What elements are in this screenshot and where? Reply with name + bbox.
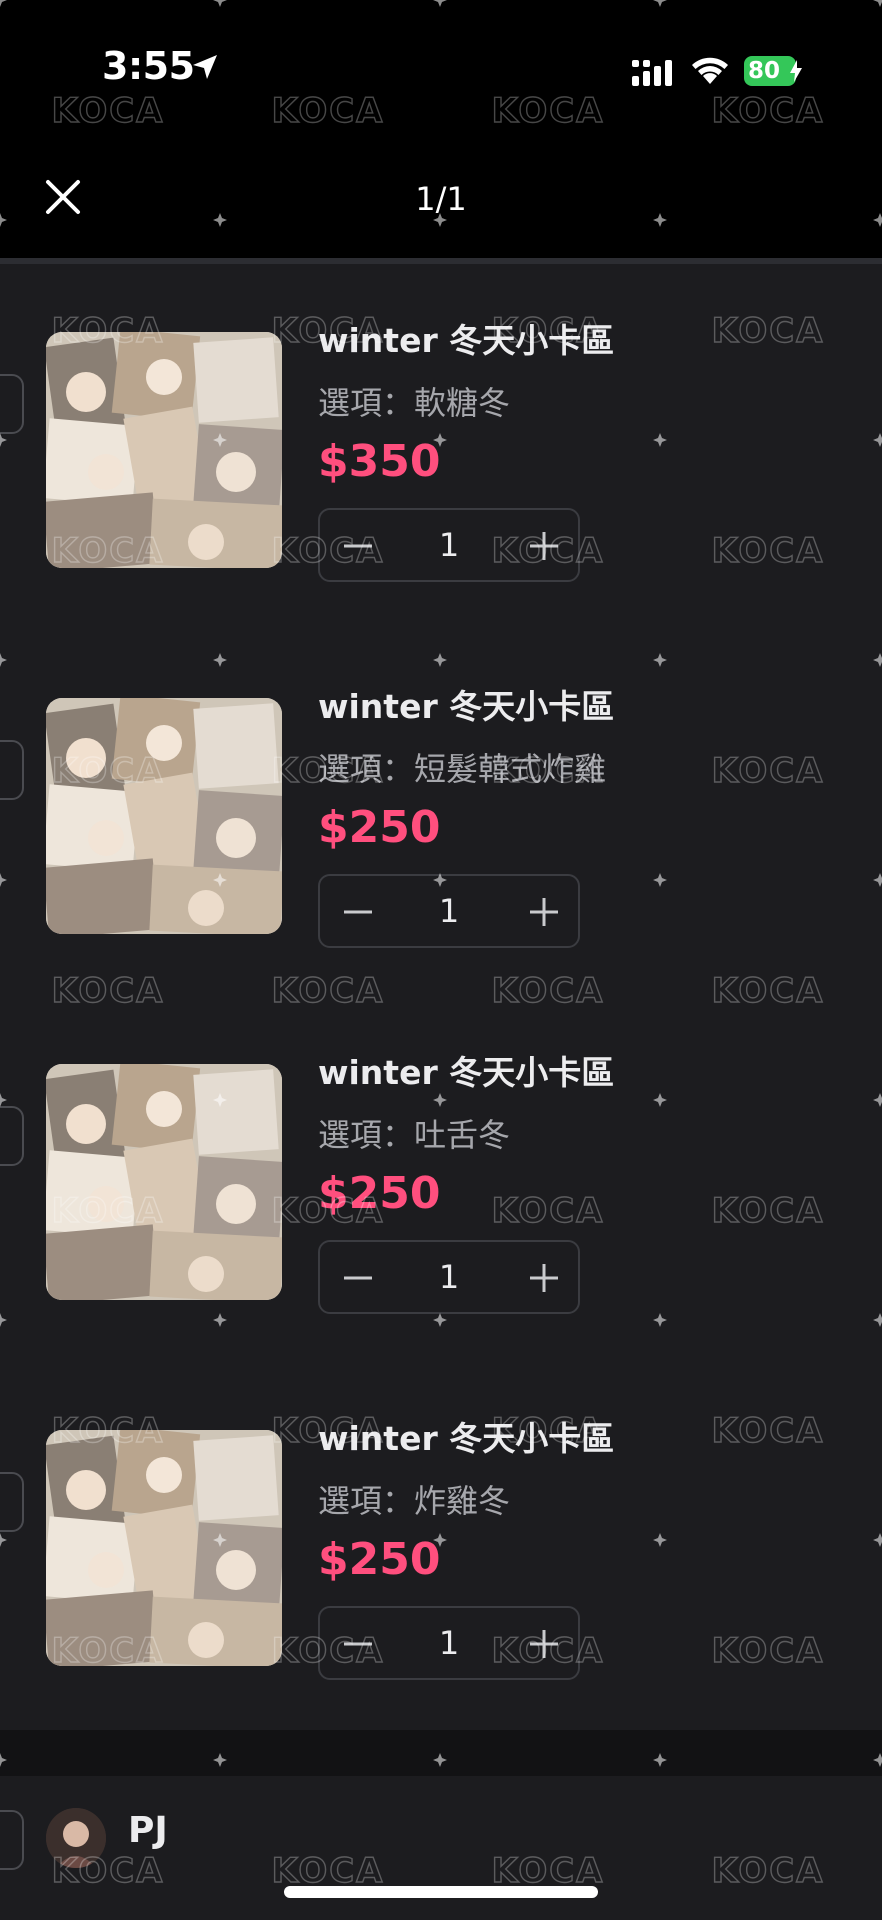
- minus-icon[interactable]: [340, 894, 376, 930]
- product-thumbnail[interactable]: [46, 332, 282, 568]
- item-title: winter 冬天小卡區: [318, 1053, 615, 1092]
- item-price: $250: [318, 1534, 441, 1585]
- item-title: winter 冬天小卡區: [318, 687, 615, 726]
- select-checkbox[interactable]: [0, 1106, 24, 1166]
- product-thumbnail[interactable]: [46, 1430, 282, 1666]
- item-price: $250: [318, 1168, 441, 1219]
- location-arrow-icon: [190, 52, 220, 86]
- section-divider: [0, 1730, 882, 1776]
- product-thumbnail[interactable]: [46, 698, 282, 934]
- seller-select-checkbox[interactable]: [0, 1810, 24, 1870]
- item-option: 選項：吐舌冬: [318, 1116, 511, 1154]
- quantity-value[interactable]: 1: [400, 1258, 498, 1296]
- plus-icon[interactable]: [526, 528, 562, 564]
- item-price: $250: [318, 802, 441, 853]
- item-option: 選項：短髮韓式炸雞: [318, 750, 607, 788]
- quantity-stepper: 1: [318, 874, 580, 948]
- cart-item: winter 冬天小卡區 選項：炸雞冬 $250 1: [0, 1362, 882, 1680]
- minus-icon[interactable]: [340, 1260, 376, 1296]
- select-checkbox[interactable]: [0, 740, 24, 800]
- minus-icon[interactable]: [340, 1626, 376, 1662]
- signal-icon: [632, 58, 676, 92]
- quantity-value[interactable]: 1: [400, 892, 498, 930]
- item-title: winter 冬天小卡區: [318, 321, 615, 360]
- plus-icon[interactable]: [526, 1626, 562, 1662]
- quantity-stepper: 1: [318, 1606, 580, 1680]
- quantity-stepper: 1: [318, 1240, 580, 1314]
- cart-item: winter 冬天小卡區 選項：吐舌冬 $250 1: [0, 996, 882, 1314]
- header: 1/1: [0, 140, 882, 258]
- cart-item: winter 冬天小卡區 選項：短髮韓式炸雞 $250 1: [0, 630, 882, 948]
- quantity-value[interactable]: 1: [400, 1624, 498, 1662]
- avatar: [46, 1808, 106, 1868]
- minus-icon[interactable]: [340, 528, 376, 564]
- charging-bolt-icon: [790, 60, 802, 86]
- item-option: 選項：炸雞冬: [318, 1482, 511, 1520]
- cart-item: winter 冬天小卡區 選項：軟糖冬 $350 1: [0, 264, 882, 582]
- plus-icon[interactable]: [526, 1260, 562, 1296]
- quantity-value[interactable]: 1: [400, 526, 498, 564]
- item-price: $350: [318, 436, 441, 487]
- select-checkbox[interactable]: [0, 1472, 24, 1532]
- product-thumbnail[interactable]: [46, 1064, 282, 1300]
- page-indicator: 1/1: [415, 180, 467, 218]
- status-time: 3:55: [102, 44, 195, 88]
- home-indicator: [284, 1886, 598, 1898]
- battery-icon: 80: [744, 56, 796, 86]
- item-title: winter 冬天小卡區: [318, 1419, 615, 1458]
- plus-icon[interactable]: [526, 894, 562, 930]
- select-checkbox[interactable]: [0, 374, 24, 434]
- seller-row[interactable]: PJ: [0, 1776, 882, 1920]
- seller-name: PJ: [128, 1810, 168, 1851]
- cart-item-list: winter 冬天小卡區 選項：軟糖冬 $350 1 winter 冬天小卡區 …: [0, 264, 882, 1730]
- status-bar: 3:55 80: [0, 0, 882, 140]
- quantity-stepper: 1: [318, 508, 580, 582]
- item-option: 選項：軟糖冬: [318, 384, 511, 422]
- wifi-icon: [690, 54, 730, 90]
